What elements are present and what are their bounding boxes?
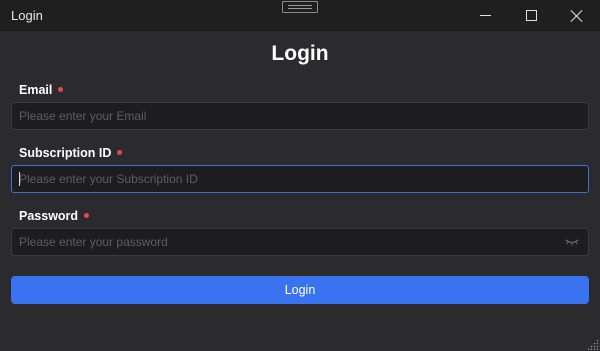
password-label-text: Password	[19, 209, 79, 223]
text-caret	[19, 172, 20, 186]
email-label-text: Email	[19, 83, 53, 97]
password-label: Password	[19, 209, 90, 223]
close-icon	[571, 10, 583, 22]
drag-handle-icon[interactable]	[282, 1, 318, 13]
subscription-id-label-text: Subscription ID	[19, 146, 112, 160]
title-bar[interactable]: Login	[0, 0, 600, 31]
maximize-icon	[525, 10, 537, 21]
minimize-button[interactable]	[462, 0, 508, 31]
required-indicator	[58, 87, 64, 93]
window-title: Login	[11, 8, 43, 23]
required-indicator	[84, 213, 90, 219]
email-input[interactable]	[11, 102, 589, 130]
required-indicator	[117, 150, 123, 156]
resize-grip-icon[interactable]	[588, 339, 599, 350]
maximize-button[interactable]	[508, 0, 554, 31]
minimize-icon	[479, 15, 491, 16]
login-button[interactable]: Login	[11, 276, 589, 304]
email-label: Email	[19, 83, 64, 97]
form-heading: Login	[271, 42, 329, 65]
password-input[interactable]	[11, 228, 589, 256]
close-button[interactable]	[554, 0, 600, 31]
eye-hidden-icon[interactable]	[565, 237, 579, 247]
subscription-id-input[interactable]	[11, 165, 589, 193]
subscription-id-label: Subscription ID	[19, 146, 123, 160]
